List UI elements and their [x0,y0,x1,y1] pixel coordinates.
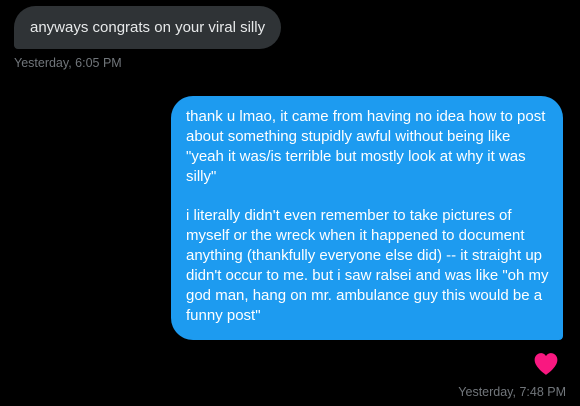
received-message-text: anyways congrats on your viral silly [30,19,266,36]
sent-message-paragraph: i literally didn't even remember to take… [186,207,549,324]
received-message-bubble[interactable]: anyways congrats on your viral silly [14,6,282,49]
sent-message-bubble[interactable]: thank u lmao, it came from having no ide… [171,96,563,340]
sent-message-timestamp: Yesterday, 7:48 PM [458,385,566,399]
sent-message-paragraph: thank u lmao, it came from having no ide… [186,108,546,185]
received-message-timestamp: Yesterday, 6:05 PM [14,56,122,70]
heart-icon[interactable] [533,352,559,376]
